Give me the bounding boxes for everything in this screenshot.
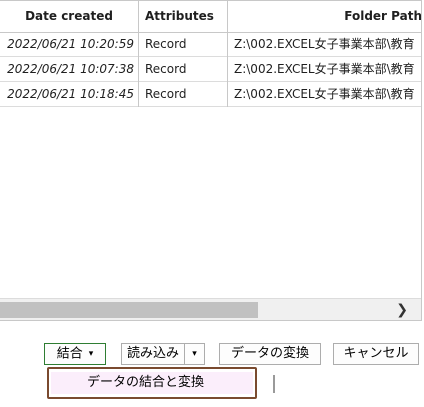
cell-date-created: 2022/06/21 10:20:59 xyxy=(7,37,134,51)
chevron-down-icon: ▾ xyxy=(192,349,197,359)
menu-item-combine-and-transform[interactable]: データの結合と変換 xyxy=(51,372,253,394)
combine-dropdown-menu: データの結合と変換 xyxy=(47,367,257,399)
load-button-label: 読み込み xyxy=(126,346,179,361)
cancel-button[interactable]: キャンセル xyxy=(333,343,419,365)
column-divider xyxy=(227,1,228,107)
horizontal-scrollbar[interactable]: ❯ xyxy=(0,298,421,320)
transform-data-button[interactable]: データの変換 xyxy=(219,343,321,365)
table-row[interactable]: 2022/06/21 10:07:38 Record Z:\002.EXCEL女… xyxy=(0,57,421,82)
cell-date-created: 2022/06/21 10:18:45 xyxy=(7,87,134,101)
load-button[interactable]: 読み込み ▾ xyxy=(121,343,205,365)
column-header-attributes[interactable]: Attributes xyxy=(139,1,227,32)
scroll-right-icon[interactable]: ❯ xyxy=(396,299,408,320)
cell-folder-path: Z:\002.EXCEL女子事業本部\教育 xyxy=(234,62,415,76)
chevron-down-icon: ▾ xyxy=(88,349,94,359)
column-header-date-created[interactable]: Date created xyxy=(0,1,138,32)
cell-date-created: 2022/06/21 10:07:38 xyxy=(7,62,134,76)
combine-button-label: 結合 xyxy=(56,346,83,362)
scrollbar-thumb[interactable] xyxy=(0,302,258,318)
file-table: Date created Attributes Folder Path 2022… xyxy=(0,0,422,321)
table-row[interactable]: 2022/06/21 10:18:45 Record Z:\002.EXCEL女… xyxy=(0,82,421,107)
table-row[interactable]: 2022/06/21 10:20:59 Record Z:\002.EXCEL女… xyxy=(0,32,421,57)
cell-attributes[interactable]: Record xyxy=(139,82,227,106)
table-header: Date created Attributes Folder Path xyxy=(0,1,421,33)
cell-attributes[interactable]: Record xyxy=(139,57,227,81)
dropdown-edge xyxy=(273,375,275,393)
cell-folder-path: Z:\002.EXCEL女子事業本部\教育 xyxy=(234,37,415,51)
cell-folder-path: Z:\002.EXCEL女子事業本部\教育 xyxy=(234,87,415,101)
column-divider xyxy=(138,1,139,107)
cell-attributes[interactable]: Record xyxy=(139,32,227,56)
column-header-folder-path[interactable]: Folder Path xyxy=(228,1,421,32)
load-dropdown-arrow[interactable]: ▾ xyxy=(184,344,204,364)
combine-button[interactable]: 結合 ▾ xyxy=(44,343,106,365)
